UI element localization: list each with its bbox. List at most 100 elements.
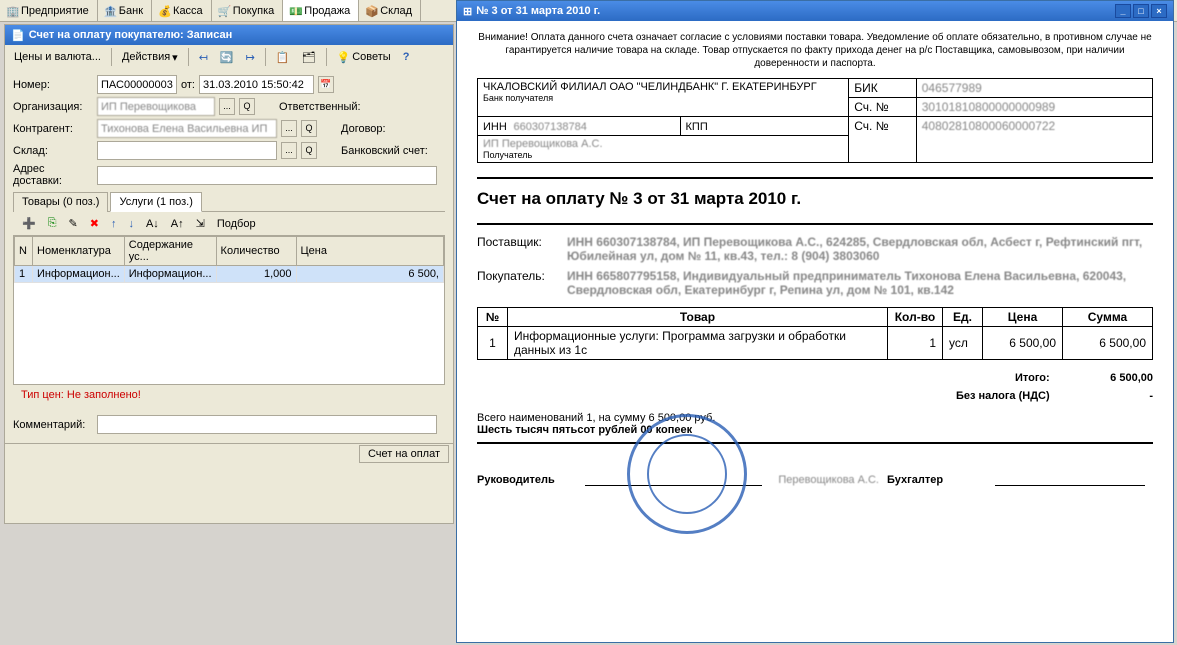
tab-warehouse[interactable]: 📦Склад [359,0,421,21]
recipient-label: Получатель [483,150,843,160]
date-input[interactable] [199,75,314,94]
nav-fwd-icon[interactable]: ↦ [241,48,260,67]
director-name: Перевощикова А.С. [778,474,879,486]
col-price[interactable]: Цена [296,237,443,266]
disclaimer-text: Внимание! Оплата данного счета означает … [477,31,1153,70]
nav-back-icon[interactable]: ↤ [194,48,213,67]
price-type-status: Тип цен: Не заполнено! [13,385,445,405]
help-icon[interactable]: ? [398,48,415,66]
prices-currency-button[interactable]: Цены и валюта... [9,48,106,66]
grid-toolbar: ➕ ⎘ ✎ ✖ ↑ ↓ A↓ A↑ ⇲ Подбор [13,212,445,235]
acc-label: Сч. № [849,117,917,163]
add-row-icon[interactable]: ➕ [17,214,41,233]
amount-words: Шесть тысяч пятьсот рублей 00 копеек [477,424,1153,444]
bik-value: 046577989 [916,79,1152,98]
close-button[interactable]: × [1151,4,1167,18]
number-input[interactable] [97,75,177,94]
org-open-button[interactable]: Q [239,98,255,115]
sort-asc-icon[interactable]: A↓ [141,214,164,233]
invoice-form-window: 📄 Счет на оплату покупателю: Записан Цен… [4,24,454,524]
tab-goods[interactable]: Товары (0 поз.) [13,192,108,212]
number-label: Номер: [13,79,93,91]
form-area: Номер: от: 📅 Организация: ... Q Ответств… [5,69,453,443]
print-invoice-button[interactable]: Счет на оплат [359,445,449,463]
bank-icon: 🏦 [104,5,116,17]
tab-sale[interactable]: 💵Продажа [283,0,359,21]
move-up-icon[interactable]: ↑ [106,214,122,233]
services-grid[interactable]: N Номенклатура Содержание ус... Количест… [13,235,445,385]
counterparty-input[interactable] [97,119,277,138]
cart-icon: 🛒 [218,5,230,17]
address-input[interactable] [97,166,437,185]
tab-cash[interactable]: 💰Касса [152,0,212,21]
director-label: Руководитель [477,474,577,486]
refresh-icon[interactable]: 🔄 [215,48,239,67]
comment-label: Комментарий: [13,419,93,431]
recipient-name: ИП Перевощикова А.С. [483,138,843,150]
counterparty-select-button[interactable]: ... [281,120,297,137]
document-title: Счет на оплату № 3 от 31 марта 2010 г. [477,177,1153,209]
podbor-button[interactable]: Подбор [212,214,261,233]
sort-desc-icon[interactable]: A↑ [166,214,189,233]
bank-recipient-label: Банк получателя [483,93,843,103]
actions-dropdown[interactable]: Действия ▾ [117,48,183,67]
counterparty-open-button[interactable]: Q [301,120,317,137]
edit-row-icon[interactable]: ✎ [64,214,83,233]
tab-services[interactable]: Услуги (1 поз.) [110,192,201,212]
left-title: Счет на оплату покупателю: Записан [29,29,233,41]
bik-label: БИК [849,79,917,98]
org-select-button[interactable]: ... [219,98,235,115]
table-icon: ⊞ [463,5,472,18]
bank-name: ЧКАЛОВСКИЙ ФИЛИАЛ ОАО "ЧЕЛИНДБАНК" Г. ЕК… [483,81,843,93]
buyer-label: Покупатель: [477,269,567,297]
corr-acc-value: 30101810800000000989 [916,98,1152,117]
fill-icon[interactable]: ⇲ [191,214,210,233]
delete-row-icon[interactable]: ✖ [85,214,104,233]
lightbulb-icon: 💡 [337,51,351,64]
col-content[interactable]: Содержание ус... [124,237,216,266]
col-nomen[interactable]: Номенклатура [33,237,125,266]
responsible-label: Ответственный: [279,101,361,113]
copy-icon[interactable]: 📋 [271,48,295,67]
tab-bank[interactable]: 🏦Банк [98,0,152,21]
move-down-icon[interactable]: ↓ [123,214,139,233]
total-label: Итого: [530,372,1050,384]
bank-details-table: ЧКАЛОВСКИЙ ФИЛИАЛ ОАО "ЧЕЛИНДБАНК" Г. ЕК… [477,78,1153,163]
warehouse-input[interactable] [97,141,277,160]
tab-enterprise[interactable]: 🏢Предприятие [0,0,98,21]
supplier-value: ИНН 660307138784, ИП Перевощикова А.С., … [567,235,1153,263]
notax-value: - [1053,390,1153,402]
col-qty[interactable]: Количество [216,237,296,266]
comment-input[interactable] [97,415,437,434]
document-preview[interactable]: Внимание! Оплата данного счета означает … [457,21,1173,642]
add-copy-icon[interactable]: ⎘ [43,214,62,233]
supplier-label: Поставщик: [477,235,567,263]
tab-purchase[interactable]: 🛒Покупка [212,0,284,21]
acc-value: 40802810800060000722 [916,117,1152,163]
notax-label: Без налога (НДС) [530,390,1050,402]
print-preview-window: ⊞ № 3 от 31 марта 2010 г. _ □ × Внимание… [456,0,1174,643]
corr-acc-label: Сч. № [849,98,917,117]
warehouse-select-button[interactable]: ... [281,142,297,159]
right-title: № 3 от 31 марта 2010 г. [476,5,600,17]
left-titlebar: 📄 Счет на оплату покупателю: Записан [5,25,453,45]
item-row: 1 Информационные услуги: Программа загру… [478,327,1153,360]
buyer-value: ИНН 665807795158, Индивидуальный предпри… [567,269,1153,297]
col-n[interactable]: N [15,237,33,266]
grid-row[interactable]: 1 Информацион... Информацион... 1,000 6 … [15,266,444,283]
sale-icon: 💵 [289,5,301,17]
minimize-button[interactable]: _ [1115,4,1131,18]
total-value: 6 500,00 [1053,372,1153,384]
org-label: Организация: [13,101,93,113]
cash-icon: 💰 [158,5,170,17]
warehouse-open-button[interactable]: Q [301,142,317,159]
date-picker-icon[interactable]: 📅 [318,76,334,93]
stamp-icon [627,414,747,534]
bank-account-label: Банковский счет: [341,145,428,157]
advice-button[interactable]: 💡Советы [332,48,396,67]
counterparty-label: Контрагент: [13,123,93,135]
left-footer: Счет на оплат [5,443,453,464]
maximize-button[interactable]: □ [1133,4,1149,18]
structure-icon[interactable]: 🗂 [297,48,321,67]
org-input[interactable] [97,97,215,116]
